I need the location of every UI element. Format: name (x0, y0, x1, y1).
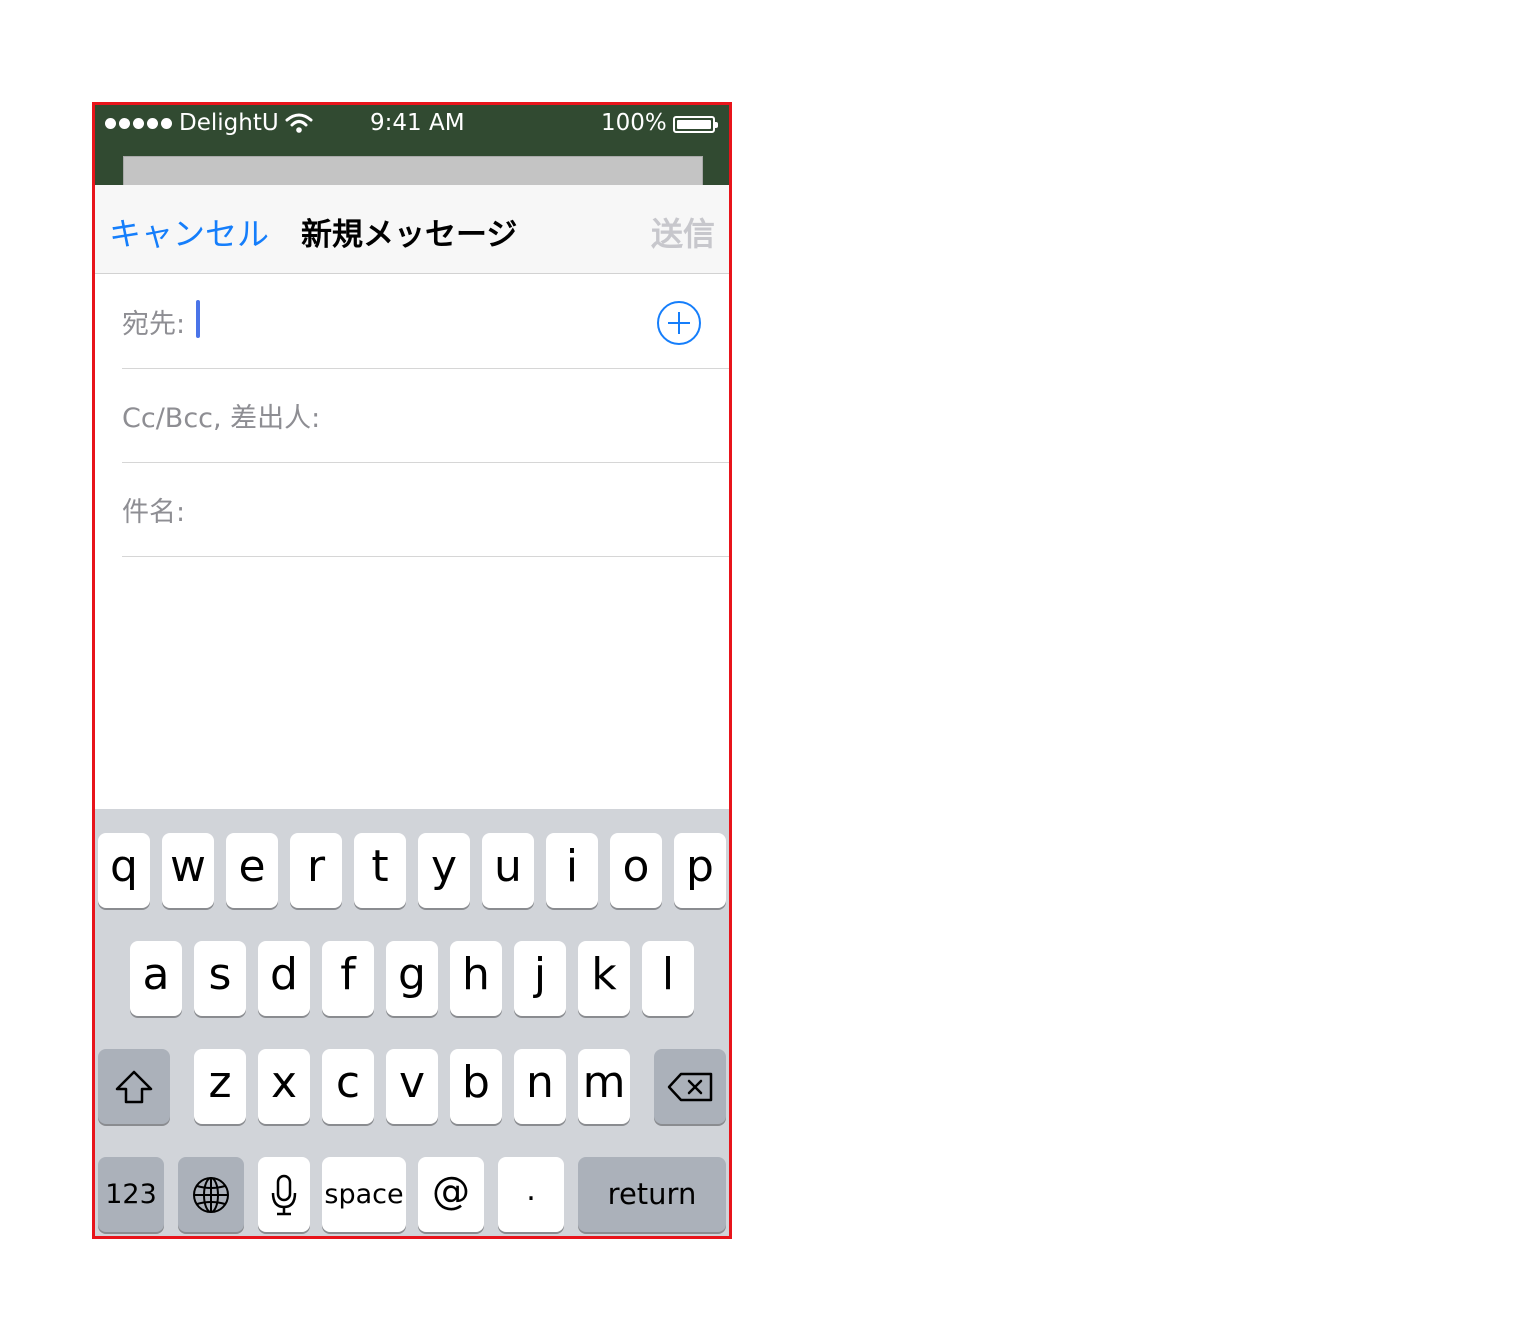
return-key[interactable]: return (578, 1157, 726, 1232)
key-t[interactable]: t (354, 833, 406, 908)
navigation-bar: キャンセル 新規メッセージ 送信 (95, 185, 729, 274)
microphone-icon (271, 1174, 297, 1215)
key-y[interactable]: y (418, 833, 470, 908)
to-label: 宛先: (122, 309, 186, 340)
key-z[interactable]: z (194, 1049, 246, 1124)
key-u[interactable]: u (482, 833, 534, 908)
key-c[interactable]: c (322, 1049, 374, 1124)
page-title: 新規メッセージ (301, 217, 518, 253)
cc-bcc-label: Cc/Bcc, 差出人: (122, 403, 321, 434)
key-x[interactable]: x (258, 1049, 310, 1124)
add-contact-icon[interactable] (657, 301, 701, 345)
key-n[interactable]: n (514, 1049, 566, 1124)
backspace-key[interactable] (654, 1049, 726, 1124)
key-q[interactable]: q (98, 833, 150, 908)
dictation-key[interactable] (258, 1157, 310, 1232)
key-p[interactable]: p (674, 833, 726, 908)
status-bar: DelightU 9:41 AM 100% (95, 105, 729, 145)
globe-icon (193, 1176, 229, 1213)
key-i[interactable]: i (546, 833, 598, 908)
key-v[interactable]: v (386, 1049, 438, 1124)
phone-screen: DelightU 9:41 AM 100% キャンセル 新規メッセージ 送信 宛… (92, 102, 732, 1239)
key-j[interactable]: j (514, 941, 566, 1016)
shift-icon (115, 1070, 153, 1103)
key-f[interactable]: f (322, 941, 374, 1016)
battery-percentage: 100% (601, 110, 667, 136)
globe-key[interactable] (178, 1157, 244, 1232)
subject-field[interactable]: 件名: (122, 462, 729, 557)
key-m[interactable]: m (578, 1049, 630, 1124)
to-field[interactable]: 宛先: (122, 274, 729, 369)
key-k[interactable]: k (578, 941, 630, 1016)
numbers-key[interactable]: 123 (98, 1157, 164, 1232)
key-o[interactable]: o (610, 833, 662, 908)
key-r[interactable]: r (290, 833, 342, 908)
key-d[interactable]: d (258, 941, 310, 1016)
wifi-icon (285, 112, 313, 140)
key-a[interactable]: a (130, 941, 182, 1016)
cancel-button[interactable]: キャンセル (109, 209, 269, 255)
backspace-icon (667, 1072, 713, 1101)
subject-label: 件名: (122, 497, 186, 528)
text-cursor (196, 300, 200, 338)
key-h[interactable]: h (450, 941, 502, 1016)
key-s[interactable]: s (194, 941, 246, 1016)
send-button[interactable]: 送信 (651, 209, 715, 255)
key-w[interactable]: w (162, 833, 214, 908)
at-key[interactable]: @ (418, 1157, 484, 1232)
carrier-name: DelightU (179, 110, 279, 136)
dot-key[interactable]: . (498, 1157, 564, 1232)
keyboard: q w e r t y u i o p a s d f g h j k l z … (95, 809, 729, 1236)
battery-icon (673, 116, 718, 133)
shift-key[interactable] (98, 1049, 170, 1124)
status-time: 9:41 AM (370, 110, 465, 136)
key-g[interactable]: g (386, 941, 438, 1016)
space-key[interactable]: space (322, 1157, 406, 1232)
key-e[interactable]: e (226, 833, 278, 908)
signal-strength-icon (105, 114, 172, 129)
key-l[interactable]: l (642, 941, 694, 1016)
cc-bcc-field[interactable]: Cc/Bcc, 差出人: (122, 368, 729, 463)
key-b[interactable]: b (450, 1049, 502, 1124)
